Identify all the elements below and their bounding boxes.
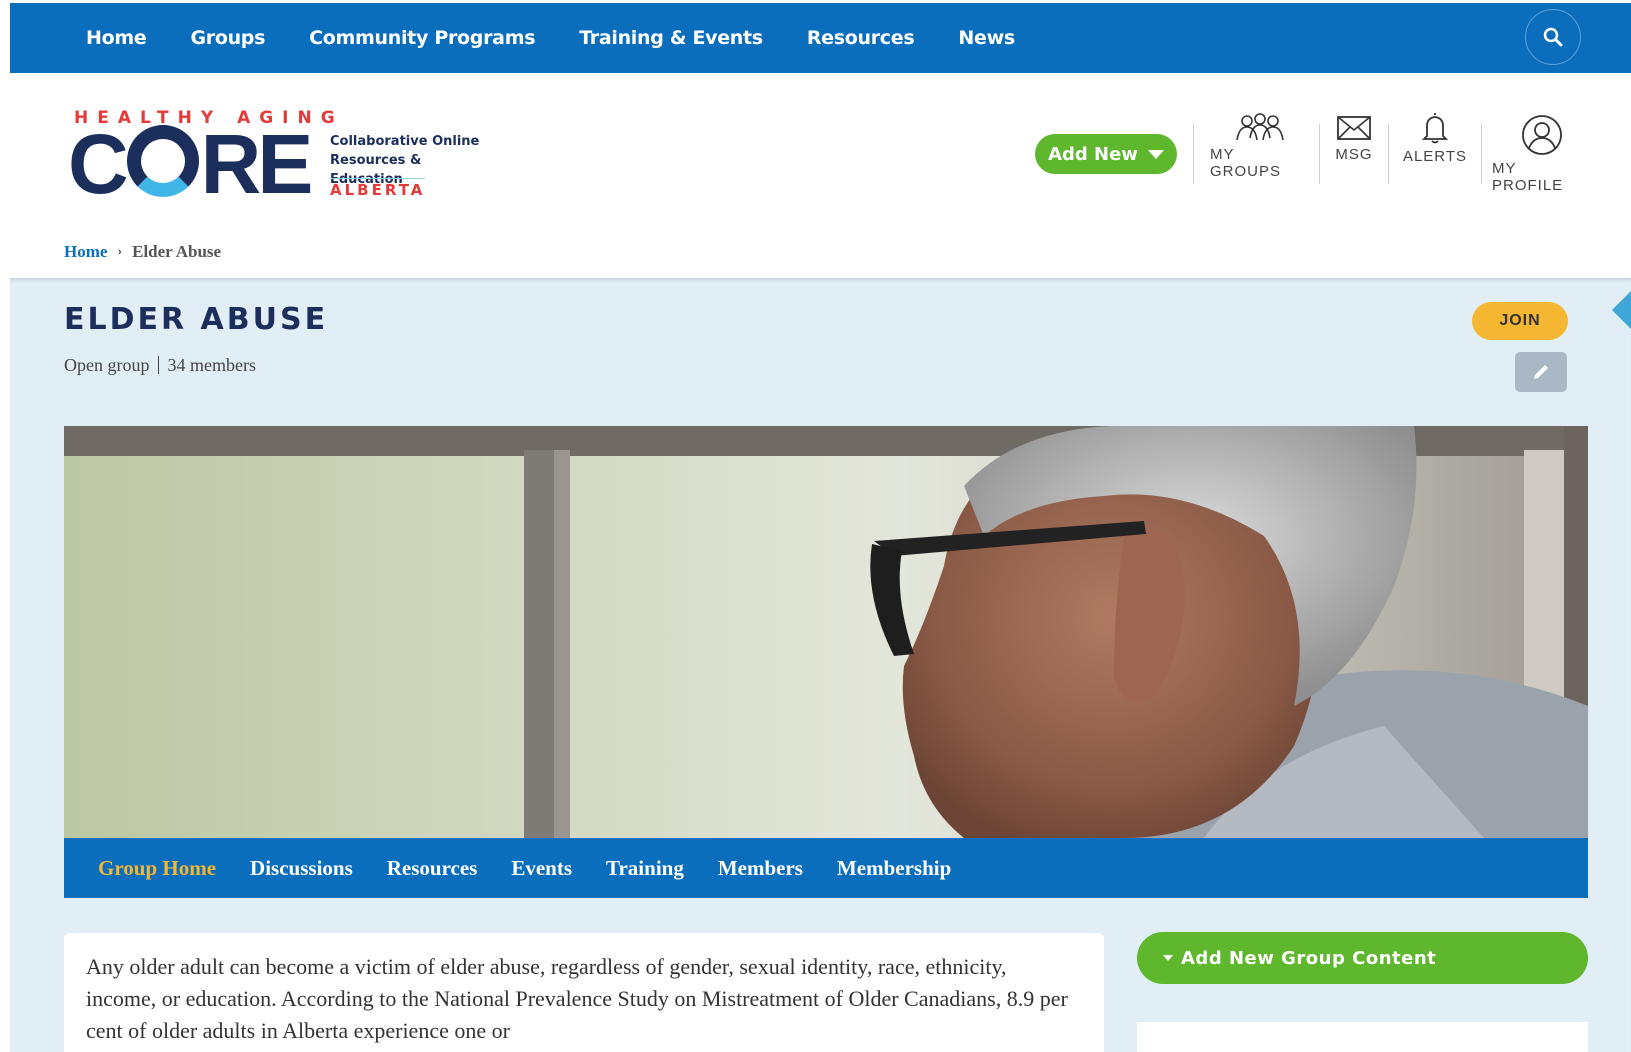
meta-divider <box>157 356 159 374</box>
breadcrumb: Home › Elder Abuse <box>64 242 221 262</box>
add-new-group-content-button[interactable]: Add New Group Content <box>1137 932 1588 984</box>
logo-o-ring <box>126 125 199 197</box>
search-icon <box>1543 27 1563 47</box>
page-title: ELDER ABUSE <box>64 302 329 337</box>
logo-subtitle-line-1: Collaborative Online <box>330 134 480 149</box>
groups-icon <box>1236 113 1284 141</box>
logo-wordmark-c: C <box>68 117 129 211</box>
group-description-text: Any older adult can become a victim of e… <box>86 954 1068 1043</box>
group-description-card: Any older adult can become a victim of e… <box>64 933 1104 1052</box>
alerts-button[interactable]: ALERTS <box>1400 112 1470 165</box>
divider <box>1481 124 1482 184</box>
divider <box>1193 124 1194 184</box>
breadcrumb-separator: › <box>117 244 123 259</box>
add-new-group-content-label: Add New Group Content <box>1181 947 1437 969</box>
divider <box>1388 124 1389 184</box>
nav-news[interactable]: News <box>958 27 1015 49</box>
breadcrumb-current: Elder Abuse <box>132 242 222 261</box>
top-navigation: Home Groups Community Programs Training … <box>10 3 1631 73</box>
group-banner-image <box>64 426 1588 838</box>
nav-resources[interactable]: Resources <box>807 27 915 49</box>
tab-members[interactable]: Members <box>718 856 803 881</box>
my-profile-button[interactable]: MY PROFILE <box>1492 114 1592 194</box>
group-member-count: 34 members <box>167 355 256 375</box>
alerts-label: ALERTS <box>1402 148 1468 165</box>
feedback-tab-arrow[interactable] <box>1612 262 1631 358</box>
tab-group-home[interactable]: Group Home <box>98 856 216 881</box>
pencil-icon <box>1534 365 1548 379</box>
tab-events[interactable]: Events <box>511 856 572 881</box>
messages-label: MSG <box>1335 146 1373 163</box>
join-button[interactable]: JOIN <box>1472 302 1568 340</box>
tab-resources[interactable]: Resources <box>387 856 478 881</box>
nav-training-events[interactable]: Training & Events <box>579 27 763 49</box>
my-profile-label: MY PROFILE <box>1492 160 1564 194</box>
group-type: Open group <box>64 355 150 375</box>
my-groups-label: MY GROUPS <box>1210 146 1282 180</box>
add-new-label: Add New <box>1048 143 1138 165</box>
tab-discussions[interactable]: Discussions <box>250 856 353 881</box>
sidebar-card <box>1137 1022 1588 1052</box>
messages-button[interactable]: MSG <box>1332 112 1376 163</box>
elderly-man-photo <box>64 426 1588 838</box>
logo-wordmark-re: RE <box>200 117 314 211</box>
tab-training[interactable]: Training <box>606 856 684 881</box>
user-icon <box>1522 115 1562 155</box>
search-button[interactable] <box>1525 9 1581 65</box>
logo-wordmark: C RE <box>68 122 313 206</box>
nav-groups[interactable]: Groups <box>190 27 265 49</box>
nav-home[interactable]: Home <box>86 27 147 49</box>
edit-button[interactable] <box>1515 352 1567 392</box>
group-tabs: Group Home Discussions Resources Events … <box>64 838 1588 898</box>
add-new-button[interactable]: Add New <box>1035 134 1177 174</box>
site-logo[interactable]: HEALTHY AGING C RE Collaborative Online R… <box>68 108 488 206</box>
breadcrumb-home[interactable]: Home <box>64 242 107 262</box>
tab-membership[interactable]: Membership <box>837 856 951 881</box>
bell-icon <box>1421 113 1449 144</box>
envelope-icon <box>1337 116 1371 140</box>
chevron-down-icon <box>1147 149 1164 159</box>
nav-community-programs[interactable]: Community Programs <box>309 27 535 49</box>
divider <box>1319 124 1320 184</box>
top-nav-links: Home Groups Community Programs Training … <box>86 3 1015 73</box>
chevron-down-icon <box>1163 955 1173 961</box>
group-meta: Open group 34 members <box>64 355 256 376</box>
logo-region: ALBERTA <box>330 178 426 199</box>
my-groups-button[interactable]: MY GROUPS <box>1210 112 1310 180</box>
